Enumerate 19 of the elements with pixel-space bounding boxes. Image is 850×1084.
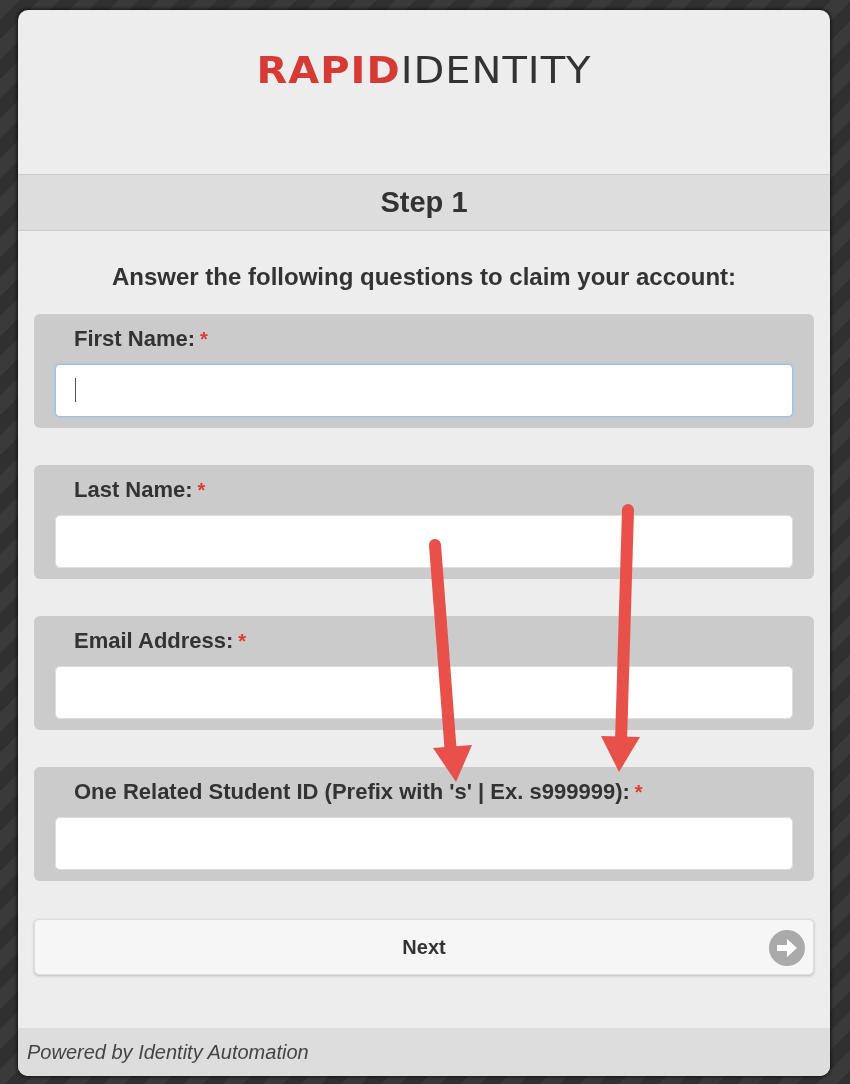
input-field[interactable] [55, 817, 793, 870]
input-field[interactable] [55, 666, 793, 719]
step-title: Step 1 [18, 174, 830, 231]
field-label: First Name: [74, 326, 196, 352]
required-mark: * [197, 479, 206, 502]
field-label: Email Address: [74, 628, 234, 654]
required-mark: * [200, 328, 208, 351]
footer-text: Powered by Identity Automation [18, 1028, 830, 1076]
field-label: One Related Student ID (Prefix with 's' | Ex. s999999): [74, 779, 630, 805]
input-field[interactable] [55, 515, 793, 568]
next-button[interactable]: Next [34, 919, 814, 975]
input-field[interactable] [55, 364, 793, 417]
text-cursor [75, 378, 76, 402]
arrow-right-icon [769, 930, 805, 966]
required-mark: * [634, 781, 643, 804]
required-mark: * [238, 630, 247, 653]
logo: RAPIDIDENTITY [256, 48, 592, 92]
instructions: Answer the following questions to claim your account: [110, 263, 738, 291]
field-label: Last Name: [74, 477, 193, 503]
